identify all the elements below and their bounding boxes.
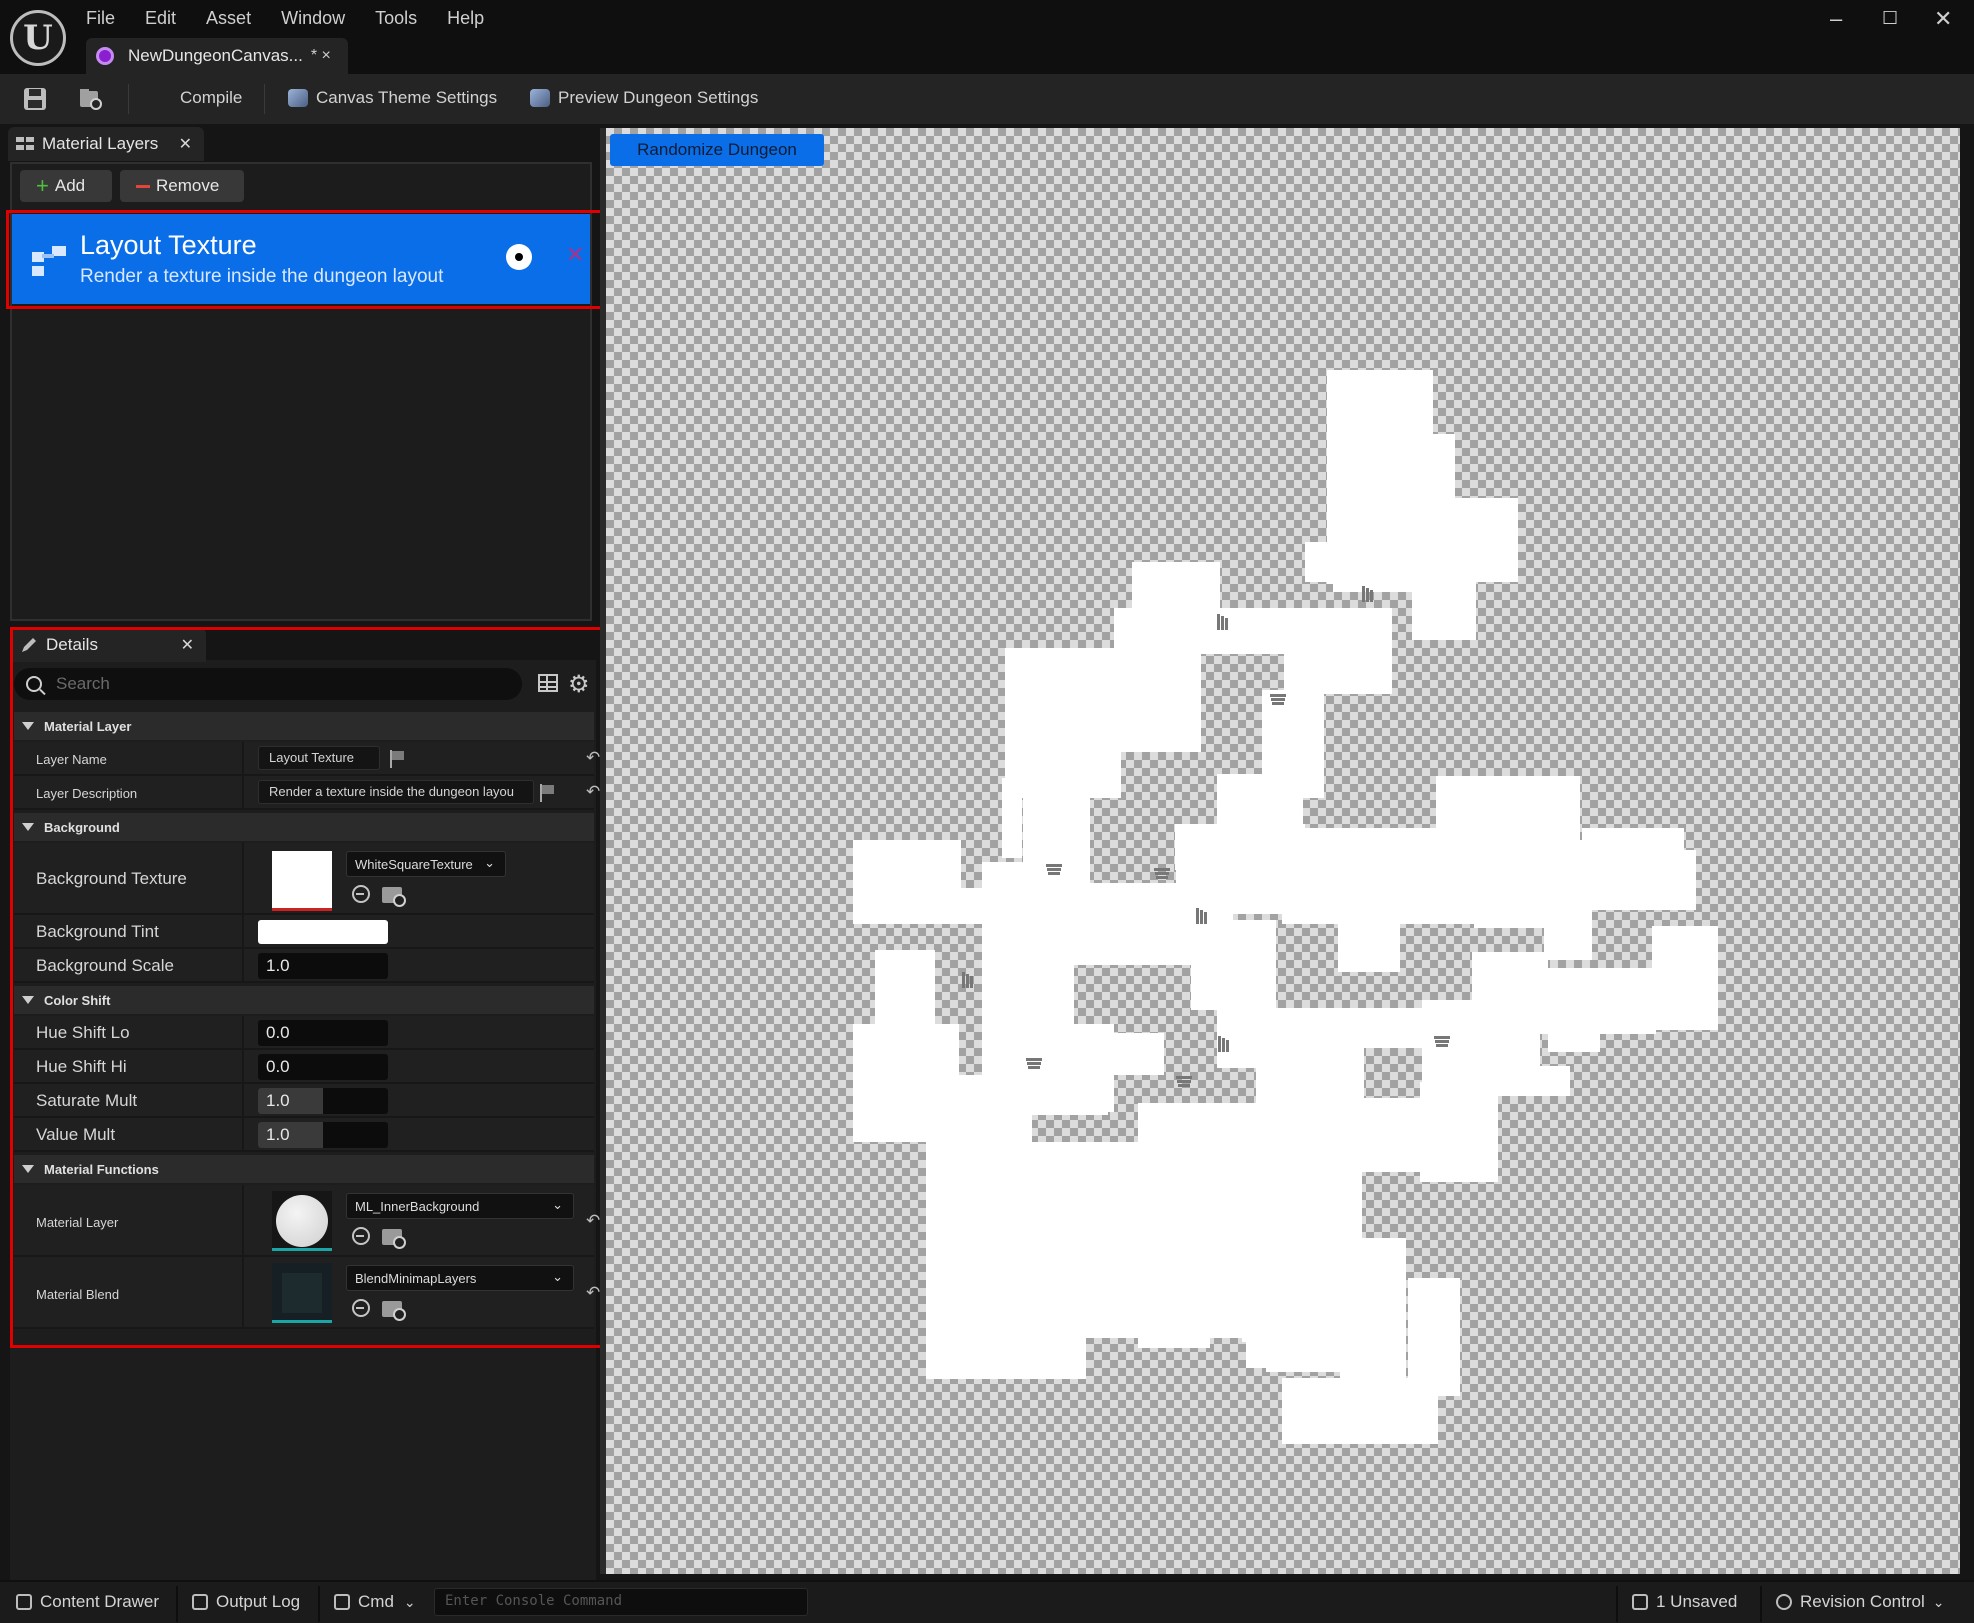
document-tab[interactable]: NewDungeonCanvas... * × [86,38,348,74]
canvas-theme-settings-label: Canvas Theme Settings [316,88,498,107]
material-layers-tab[interactable]: Material Layers ✕ [8,127,204,161]
revision-control-label: Revision Control [1800,1592,1925,1611]
remove-layer-label: Remove [156,176,220,195]
unsaved-icon [1632,1594,1648,1610]
add-layer-label: Add [54,176,86,195]
save-icon[interactable] [22,86,48,112]
chevron-down-icon: ⌄ [1932,1593,1945,1610]
compile-button[interactable]: Compile [180,88,242,108]
highlight-box-layer [6,210,604,309]
content-drawer-button[interactable]: Content Drawer [16,1592,159,1612]
toolbar: Compile Canvas Theme Settings Preview Du… [0,74,1974,124]
asset-type-icon [96,47,114,65]
menu-bar: File Edit Asset Window Tools Help [86,8,514,29]
canvas-theme-settings-button[interactable]: Canvas Theme Settings [288,88,497,108]
cmd-dropdown[interactable]: Cmd ⌄ [334,1592,416,1612]
unsaved-label: 1 Unsaved [1656,1592,1738,1611]
terminal-icon [334,1594,350,1610]
remove-layer-button[interactable]: Remove [120,170,244,202]
unsaved-button[interactable]: 1 Unsaved [1632,1592,1737,1612]
randomize-dungeon-button[interactable]: Randomize Dungeon [610,134,824,166]
output-log-icon [192,1594,208,1610]
document-tab-close[interactable]: * × [311,47,331,65]
status-separator [1760,1586,1762,1622]
menu-help[interactable]: Help [447,8,484,29]
console-command-input[interactable]: Enter Console Command [434,1588,808,1616]
highlight-box-details [10,627,611,1348]
minimize-icon[interactable]: – [1830,6,1842,32]
toolbar-separator [264,84,265,114]
maximize-icon[interactable]: ☐ [1882,8,1898,29]
cmd-label: Cmd [358,1592,394,1611]
add-layer-button[interactable]: + Add [20,170,112,202]
dungeon-layout-preview [853,370,1718,1444]
status-bar: Content Drawer Output Log Cmd ⌄ Enter Co… [0,1580,1974,1623]
preview-dungeon-settings-button[interactable]: Preview Dungeon Settings [530,88,758,108]
menu-tools[interactable]: Tools [375,8,417,29]
output-log-label: Output Log [216,1592,301,1611]
close-window-icon[interactable]: ✕ [1934,6,1952,32]
layers-icon [16,137,34,150]
status-separator [1616,1586,1618,1622]
randomize-dungeon-label: Randomize Dungeon [637,140,797,159]
branch-icon [1776,1594,1792,1610]
menu-edit[interactable]: Edit [145,8,176,29]
browse-asset-icon[interactable] [78,86,104,112]
document-tab-name: NewDungeonCanvas... [128,46,303,65]
content-drawer-icon [16,1594,32,1610]
status-separator [318,1586,320,1622]
content-drawer-label: Content Drawer [40,1592,160,1611]
preview-dungeon-settings-label: Preview Dungeon Settings [558,88,759,107]
settings-icon [530,89,550,107]
ue-logo-icon[interactable]: U [10,10,66,66]
title-bar: U File Edit Asset Window Tools Help NewD… [0,0,1974,74]
output-log-button[interactable]: Output Log [192,1592,300,1612]
toolbar-separator [128,84,129,114]
revision-control-button[interactable]: Revision Control ⌄ [1776,1592,1944,1612]
close-tab-icon[interactable]: ✕ [179,134,192,154]
menu-asset[interactable]: Asset [206,8,251,29]
material-layers-title: Material Layers [42,134,159,153]
plus-icon: + [36,173,49,198]
menu-file[interactable]: File [86,8,115,29]
compile-label: Compile [180,88,243,107]
minus-icon [136,184,150,188]
menu-window[interactable]: Window [281,8,345,29]
settings-icon [288,89,308,107]
chevron-down-icon: ⌄ [403,1593,416,1610]
status-separator [176,1586,178,1622]
